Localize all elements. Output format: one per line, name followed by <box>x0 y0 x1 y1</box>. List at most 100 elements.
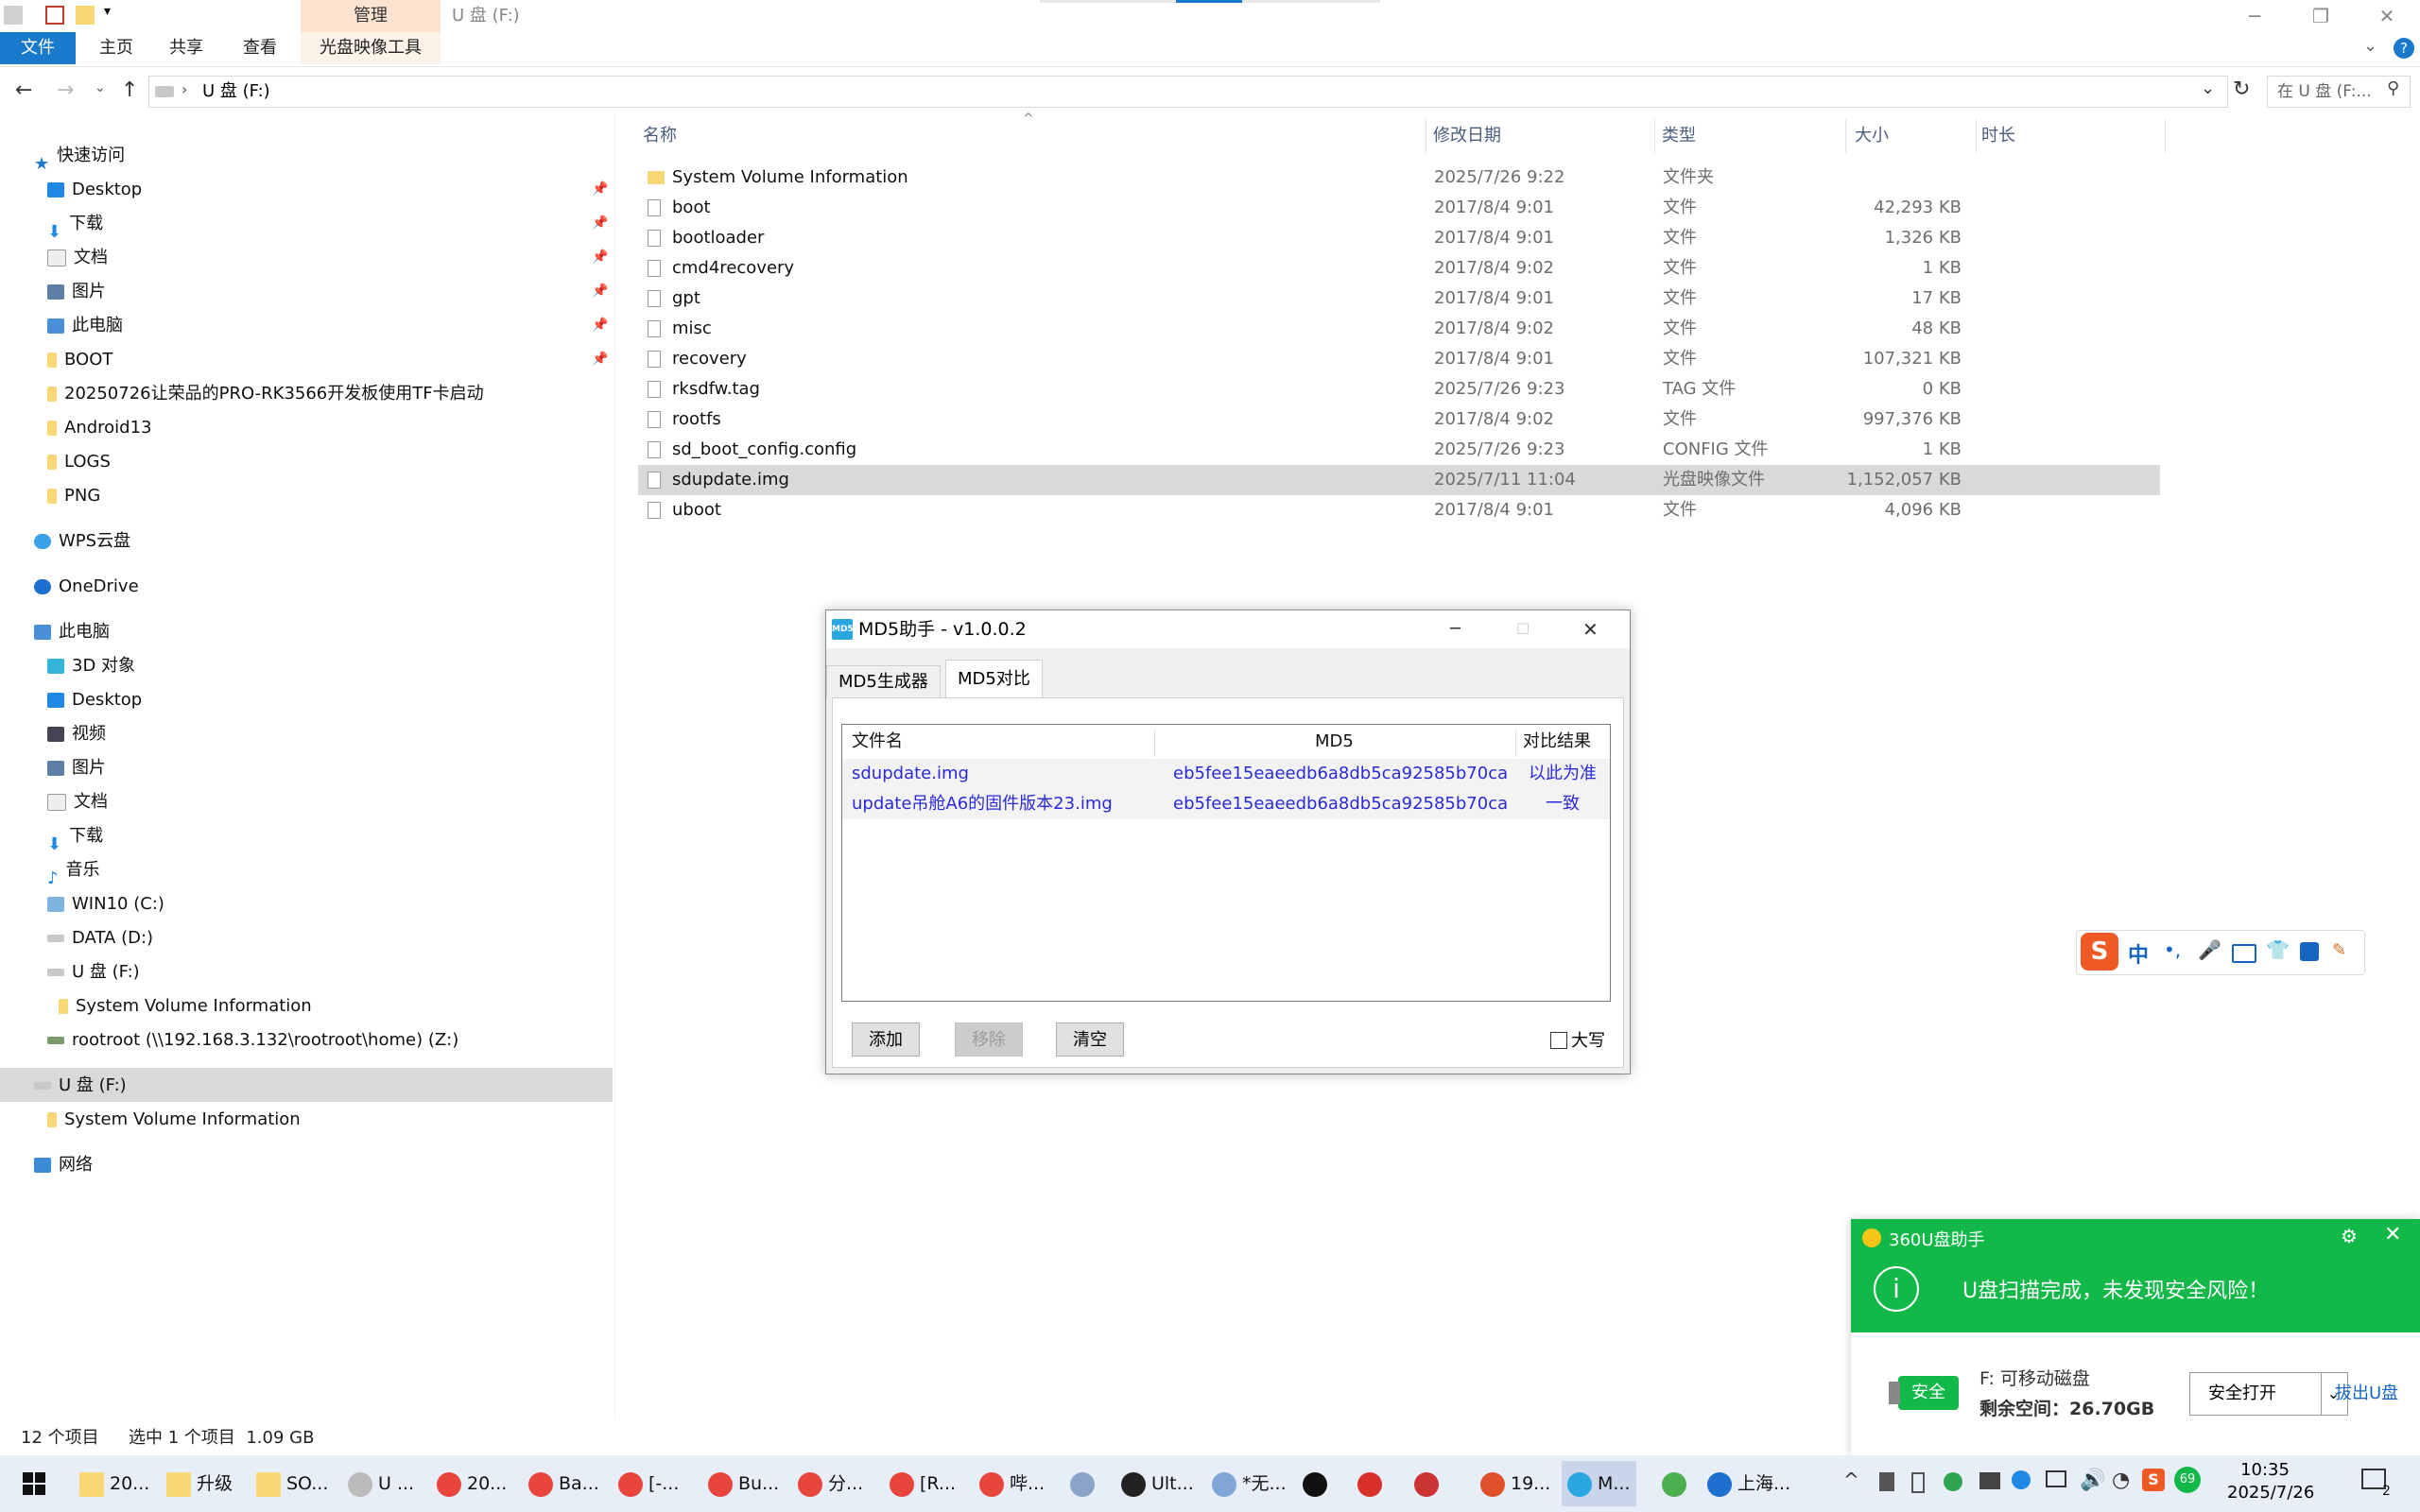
nav-music[interactable]: ♪ 音乐 <box>47 854 100 888</box>
tab-home[interactable]: 主页 <box>87 32 146 64</box>
ime-punctuation-toggle[interactable]: •, <box>2164 938 2181 961</box>
tab-manage-context[interactable]: 管理 <box>301 0 441 32</box>
nav-usb-drive[interactable]: U 盘 (F:) <box>34 1070 127 1102</box>
network-icon[interactable] <box>2046 1470 2066 1487</box>
nav-boot[interactable]: BOOT <box>47 344 112 376</box>
properties-icon[interactable] <box>45 6 64 25</box>
sync-icon[interactable] <box>2012 1470 2031 1489</box>
qat-dropdown-icon[interactable]: ▾ <box>104 4 111 19</box>
taskbar-app[interactable] <box>1064 1461 1106 1506</box>
clock-time[interactable]: 10:35 <box>2227 1459 2303 1482</box>
nav-android13[interactable]: Android13 <box>47 412 152 444</box>
taskbar-app[interactable]: 20... <box>74 1461 155 1506</box>
nav-network-drive-z[interactable]: rootroot (\\192.168.3.132\rootroot\home)… <box>47 1024 458 1057</box>
taskbar-app[interactable]: Bu... <box>702 1461 785 1506</box>
wechat-tray-icon[interactable] <box>1944 1472 1962 1491</box>
nav-onedrive[interactable]: OneDrive <box>34 571 139 603</box>
md5-minimize-button[interactable]: ─ <box>1450 610 1461 648</box>
clock-date[interactable]: 2025/7/26 <box>2227 1482 2314 1504</box>
nav-desktop[interactable]: Desktop <box>47 174 142 206</box>
add-button[interactable]: 添加 <box>852 1022 920 1057</box>
header-filename[interactable]: 文件名 <box>852 725 903 759</box>
file-row[interactable]: misc 2017/8/4 9:02 文件 48 KB <box>638 314 2160 344</box>
taskbar-app[interactable]: 分... <box>792 1461 869 1506</box>
nav-pc-desktop[interactable]: Desktop <box>47 684 142 716</box>
tab-md5-compare[interactable]: MD5对比 <box>945 660 1043 698</box>
taskbar-app[interactable]: 19... <box>1475 1461 1556 1506</box>
taskbar-app[interactable]: 升级 <box>161 1461 238 1506</box>
ime-toolbar[interactable]: S 中 •, 🎤 👕 ✎ <box>2076 930 2365 975</box>
safe-open-button[interactable]: 安全打开 <box>2189 1372 2322 1416</box>
file-row[interactable]: rksdfw.tag 2025/7/26 9:23 TAG 文件 0 KB <box>638 374 2160 404</box>
new-folder-icon[interactable] <box>76 6 95 25</box>
column-header-size[interactable]: 大小 <box>1855 123 1889 149</box>
nav-this-pc[interactable]: 此电脑 <box>34 616 110 648</box>
pin-icon[interactable]: 📌 <box>592 284 608 299</box>
tray-expand-icon[interactable]: ^ <box>1843 1469 1859 1491</box>
file-row[interactable]: bootloader 2017/8/4 9:01 文件 1,326 KB <box>638 223 2160 253</box>
md5-title-bar[interactable]: MD5 MD5助手 - v1.0.0.2 ─ ☐ ✕ <box>826 610 1630 648</box>
nav-pc-pictures[interactable]: 图片 <box>47 752 106 784</box>
recent-dropdown-icon[interactable]: ⌄ <box>95 80 106 95</box>
nav-pc-documents[interactable]: 文档 <box>47 786 108 818</box>
pin-icon[interactable]: 📌 <box>592 352 608 367</box>
sogou-logo-icon[interactable]: S <box>2081 933 2118 971</box>
windows-start-icon[interactable] <box>23 1472 45 1495</box>
taskbar-app[interactable]: Ba... <box>523 1461 605 1506</box>
back-icon[interactable]: ← <box>15 78 32 102</box>
pin-icon[interactable]: 📌 <box>592 181 608 197</box>
pane-divider[interactable] <box>614 113 615 1418</box>
file-row[interactable]: sd_boot_config.config 2025/7/26 9:23 CON… <box>638 435 2160 465</box>
clear-button[interactable]: 清空 <box>1056 1022 1124 1057</box>
nav-usb-system-volume-info[interactable]: System Volume Information <box>47 1104 301 1136</box>
up-icon[interactable]: ↑ <box>121 78 138 102</box>
forward-icon[interactable]: → <box>57 78 74 102</box>
help-icon[interactable]: ? <box>2394 38 2414 59</box>
breadcrumb[interactable]: U 盘 (F:) <box>202 77 270 107</box>
header-md5[interactable]: MD5 <box>1315 725 1354 759</box>
nav-drive-d[interactable]: DATA (D:) <box>47 922 153 954</box>
column-separator[interactable] <box>1976 119 1977 153</box>
pin-icon[interactable]: 📌 <box>592 318 608 333</box>
column-header-duration[interactable]: 时长 <box>1981 123 2015 149</box>
nav-logs[interactable]: LOGS <box>47 446 111 478</box>
taskbar-app[interactable]: U ... <box>342 1461 420 1506</box>
ime-menu-icon[interactable]: ✎ <box>2332 940 2346 960</box>
address-bar[interactable]: › U 盘 (F:) ⌄ <box>148 76 2228 108</box>
file-row[interactable]: System Volume Information 2025/7/26 9:22… <box>638 163 2160 193</box>
md5-maximize-button[interactable]: ☐ <box>1516 610 1530 648</box>
tab-file[interactable]: 文件 <box>0 32 76 64</box>
skin-icon[interactable]: 👕 <box>2266 938 2290 961</box>
file-row[interactable]: recovery 2017/8/4 9:01 文件 107,321 KB <box>638 344 2160 374</box>
keyboard-icon[interactable] <box>2232 944 2256 963</box>
md5-close-button[interactable]: ✕ <box>1582 610 1599 648</box>
nav-pictures[interactable]: 图片 <box>47 276 106 308</box>
taskbar-app[interactable]: *无... <box>1206 1461 1292 1506</box>
microphone-icon[interactable]: 🎤 <box>2198 938 2221 961</box>
nav-pc-downloads[interactable]: ⬇ 下载 <box>47 820 103 854</box>
search-input[interactable]: 在 U 盘 (F:... <box>2277 77 2372 107</box>
taskbar-app[interactable] <box>1297 1461 1339 1506</box>
taskbar-app[interactable]: 哔... <box>974 1461 1050 1506</box>
taskbar-app[interactable]: 上海... <box>1702 1461 1796 1506</box>
taskbar-app[interactable]: [R... <box>884 1461 961 1506</box>
search-box[interactable]: 在 U 盘 (F:... ⚲ <box>2267 76 2411 108</box>
nav-this-pc-quick[interactable]: 此电脑 <box>47 310 123 342</box>
taskbar-app[interactable]: SO... <box>251 1461 334 1506</box>
nav-wps-cloud[interactable]: WPS云盘 <box>34 525 130 558</box>
wifi-icon[interactable]: ◔ <box>2112 1469 2130 1492</box>
uppercase-checkbox[interactable] <box>1550 1032 1567 1049</box>
taskbar-app[interactable] <box>1409 1461 1450 1506</box>
usb-tray-icon[interactable] <box>1911 1472 1925 1493</box>
column-separator[interactable] <box>1515 729 1516 757</box>
file-row[interactable]: gpt 2017/8/4 9:01 文件 17 KB <box>638 284 2160 314</box>
md5-row[interactable]: update吊舱A6的固件版本23.img eb5fee15eaeedb6a8d… <box>842 789 1610 819</box>
refresh-icon[interactable]: ↻ <box>2233 77 2250 101</box>
column-header-date[interactable]: 修改日期 <box>1433 123 1501 149</box>
nav-system-volume-info[interactable]: System Volume Information <box>59 990 312 1022</box>
file-row[interactable]: boot 2017/8/4 9:01 文件 42,293 KB <box>638 193 2160 223</box>
tab-md5-generator[interactable]: MD5生成器 <box>826 665 941 698</box>
column-header-name[interactable]: 名称 <box>643 123 677 149</box>
battery-icon[interactable] <box>1979 1472 2000 1489</box>
column-separator[interactable] <box>1154 729 1155 757</box>
